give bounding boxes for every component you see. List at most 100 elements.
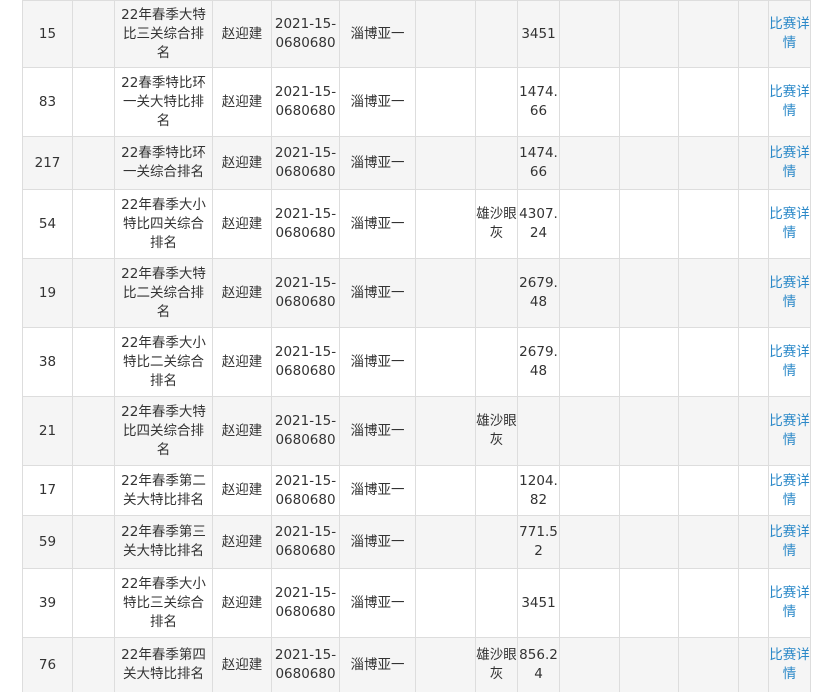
table-row: 17 22年春季第二关大特比排名 赵迎建 2021-15-0680680 淄博亚一 120… (22, 465, 811, 516)
owner-cell: 赵迎建 (212, 0, 272, 68)
empty-cell (619, 67, 679, 137)
table-row: 15 22年春季大特比三关综合排名 赵迎建 2021-15-0680680 淄博亚一 34… (22, 0, 811, 68)
owner-cell: 赵迎建 (212, 637, 272, 692)
race-details-link[interactable]: 比赛详情 (768, 258, 811, 328)
empty-cell (738, 258, 769, 328)
race-name-cell: 22年春季大小特比二关综合排名 (114, 327, 213, 397)
empty-cell (738, 515, 769, 569)
empty-cell (619, 327, 679, 397)
ring-number-cell: 2021-15-0680680 (271, 515, 340, 569)
club-cell: 淄博亚一 (339, 67, 416, 137)
speed-cell: 2679.48 (517, 327, 560, 397)
empty-cell (738, 189, 769, 259)
rank-cell: 19 (22, 258, 73, 328)
race-name-cell: 22年春季大特比三关综合排名 (114, 0, 213, 68)
ring-number-cell: 2021-15-0680680 (271, 258, 340, 328)
race-details-link[interactable]: 比赛详情 (768, 0, 811, 68)
club-cell: 淄博亚一 (339, 0, 416, 68)
empty-cell (415, 396, 476, 466)
ring-number-cell: 2021-15-0680680 (271, 327, 340, 397)
speed-cell: 856.24 (517, 637, 560, 692)
owner-cell: 赵迎建 (212, 189, 272, 259)
pigeon-color-cell (475, 0, 518, 68)
empty-cell (559, 0, 620, 68)
race-name-cell: 22年春季第三关大特比排名 (114, 515, 213, 569)
speed-cell: 1204.82 (517, 465, 560, 516)
results-table-viewport: 15 22年春季大特比三关综合排名 赵迎建 2021-15-0680680 淄博亚一 34… (0, 0, 829, 692)
club-cell: 淄博亚一 (339, 637, 416, 692)
rank-cell: 59 (22, 515, 73, 569)
race-details-link[interactable]: 比赛详情 (768, 67, 811, 137)
empty-cell (415, 327, 476, 397)
empty-cell (559, 465, 620, 516)
club-cell: 淄博亚一 (339, 568, 416, 638)
table-row: 39 22年春季大小特比三关综合排名 赵迎建 2021-15-0680680 淄博亚一 3… (22, 568, 811, 638)
race-details-link[interactable]: 比赛详情 (768, 189, 811, 259)
pigeon-color-cell (475, 568, 518, 638)
empty-cell (619, 396, 679, 466)
empty-cell (619, 465, 679, 516)
race-details-link[interactable]: 比赛详情 (768, 637, 811, 692)
empty-cell (72, 258, 115, 328)
empty-cell (72, 396, 115, 466)
empty-cell (559, 67, 620, 137)
speed-cell: 2679.48 (517, 258, 560, 328)
empty-cell (559, 568, 620, 638)
race-name-cell: 22年春季大特比二关综合排名 (114, 258, 213, 328)
race-details-link[interactable]: 比赛详情 (768, 465, 811, 516)
club-cell: 淄博亚一 (339, 327, 416, 397)
empty-cell (72, 637, 115, 692)
empty-cell (72, 136, 115, 190)
pigeon-color-cell: 雄沙眼灰 (475, 637, 518, 692)
empty-cell (415, 515, 476, 569)
pigeon-color-cell (475, 136, 518, 190)
owner-cell: 赵迎建 (212, 136, 272, 190)
speed-cell: 4307.24 (517, 189, 560, 259)
empty-cell (619, 258, 679, 328)
race-details-link[interactable]: 比赛详情 (768, 515, 811, 569)
club-cell: 淄博亚一 (339, 515, 416, 569)
race-details-link[interactable]: 比赛详情 (768, 568, 811, 638)
owner-cell: 赵迎建 (212, 465, 272, 516)
owner-cell: 赵迎建 (212, 258, 272, 328)
pigeon-color-cell (475, 67, 518, 137)
race-name-cell: 22春季特比环一关大特比排名 (114, 67, 213, 137)
empty-cell (559, 637, 620, 692)
empty-cell (72, 0, 115, 68)
empty-cell (72, 568, 115, 638)
empty-cell (415, 189, 476, 259)
empty-cell (738, 396, 769, 466)
rank-cell: 21 (22, 396, 73, 466)
ring-number-cell: 2021-15-0680680 (271, 568, 340, 638)
empty-cell (678, 465, 739, 516)
empty-cell (415, 67, 476, 137)
speed-cell (517, 396, 560, 466)
race-details-link[interactable]: 比赛详情 (768, 327, 811, 397)
table-row: 19 22年春季大特比二关综合排名 赵迎建 2021-15-0680680 淄博亚一 26… (22, 258, 811, 328)
rank-cell: 217 (22, 136, 73, 190)
empty-cell (678, 637, 739, 692)
empty-cell (619, 0, 679, 68)
ring-number-cell: 2021-15-0680680 (271, 136, 340, 190)
empty-cell (415, 637, 476, 692)
empty-cell (559, 396, 620, 466)
empty-cell (678, 67, 739, 137)
table-row: 76 22年春季第四关大特比排名 赵迎建 2021-15-0680680 淄博亚一 雄沙眼… (22, 637, 811, 692)
rank-cell: 38 (22, 327, 73, 397)
race-details-link[interactable]: 比赛详情 (768, 136, 811, 190)
empty-cell (619, 568, 679, 638)
empty-cell (559, 327, 620, 397)
pigeon-color-cell (475, 515, 518, 569)
ring-number-cell: 2021-15-0680680 (271, 0, 340, 68)
club-cell: 淄博亚一 (339, 136, 416, 190)
ring-number-cell: 2021-15-0680680 (271, 637, 340, 692)
empty-cell (738, 67, 769, 137)
empty-cell (559, 136, 620, 190)
empty-cell (72, 327, 115, 397)
club-cell: 淄博亚一 (339, 396, 416, 466)
owner-cell: 赵迎建 (212, 568, 272, 638)
race-name-cell: 22年春季大特比四关综合排名 (114, 396, 213, 466)
race-details-link[interactable]: 比赛详情 (768, 396, 811, 466)
rank-cell: 17 (22, 465, 73, 516)
club-cell: 淄博亚一 (339, 189, 416, 259)
